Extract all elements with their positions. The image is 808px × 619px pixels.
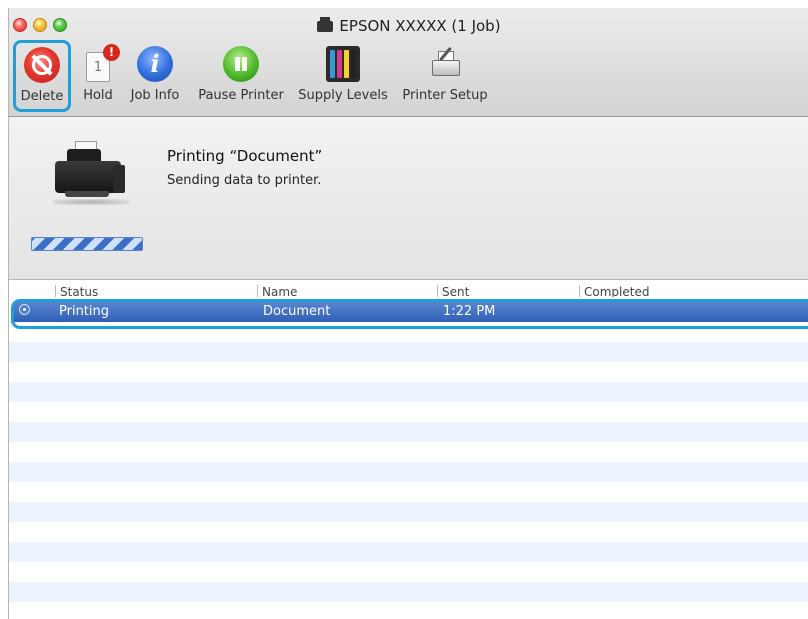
job-status-message: Sending data to printer.	[167, 173, 322, 188]
toolbar: Delete 1 ! Hold i Job Info Pause Printer	[9, 40, 808, 114]
job-table-header: Status Name Sent Completed	[9, 281, 808, 297]
printer-icon	[317, 17, 334, 32]
column-header-sent[interactable]: Sent	[437, 285, 469, 297]
page-with-badge-icon: 1 !	[84, 44, 120, 82]
pause-printer-button[interactable]: Pause Printer	[193, 42, 289, 112]
ink-cartridges-icon	[326, 46, 360, 82]
job-status-heading: Printing “Document”	[167, 147, 323, 165]
job-info-button[interactable]: i Job Info	[125, 42, 185, 112]
job-table-body: Printing Document 1:22 PM	[9, 299, 808, 619]
printer-image	[53, 141, 129, 207]
hold-label: Hold	[83, 88, 113, 103]
column-header-status[interactable]: Status	[55, 285, 98, 297]
delete-label: Delete	[20, 89, 64, 104]
no-entry-icon	[24, 47, 60, 83]
hold-button[interactable]: 1 ! Hold	[77, 42, 120, 112]
printer-setup-label: Printer Setup	[402, 88, 488, 103]
window-title-bar: EPSON XXXXX (1 Job)	[9, 17, 808, 35]
progress-bar	[31, 237, 143, 251]
selection-highlight	[11, 299, 808, 329]
ink-bar-cyan	[330, 50, 335, 78]
info-icon: i	[137, 46, 173, 82]
delete-button[interactable]: Delete	[13, 40, 71, 112]
ink-bar-magenta	[337, 50, 342, 78]
printer-setup-button[interactable]: Printer Setup	[397, 42, 493, 112]
window-chrome: EPSON XXXXX (1 Job) Delete 1 ! Hold i Jo…	[9, 8, 808, 117]
column-header-completed[interactable]: Completed	[579, 285, 649, 297]
window-title: EPSON XXXXX (1 Job)	[339, 17, 501, 35]
ink-bar-yellow	[344, 50, 349, 78]
job-info-label: Job Info	[130, 88, 180, 103]
print-queue-window: EPSON XXXXX (1 Job) Delete 1 ! Hold i Jo…	[8, 8, 808, 619]
hold-badge: !	[103, 44, 120, 61]
pause-printer-label: Pause Printer	[198, 88, 284, 103]
job-status-panel: Printing “Document” Sending data to prin…	[9, 117, 808, 280]
ink-bar-black	[351, 50, 356, 78]
pause-icon	[223, 46, 259, 82]
supply-levels-button[interactable]: Supply Levels	[295, 42, 391, 112]
supply-levels-label: Supply Levels	[298, 88, 388, 103]
printer-wrench-icon	[428, 46, 462, 82]
column-header-name[interactable]: Name	[257, 285, 297, 297]
